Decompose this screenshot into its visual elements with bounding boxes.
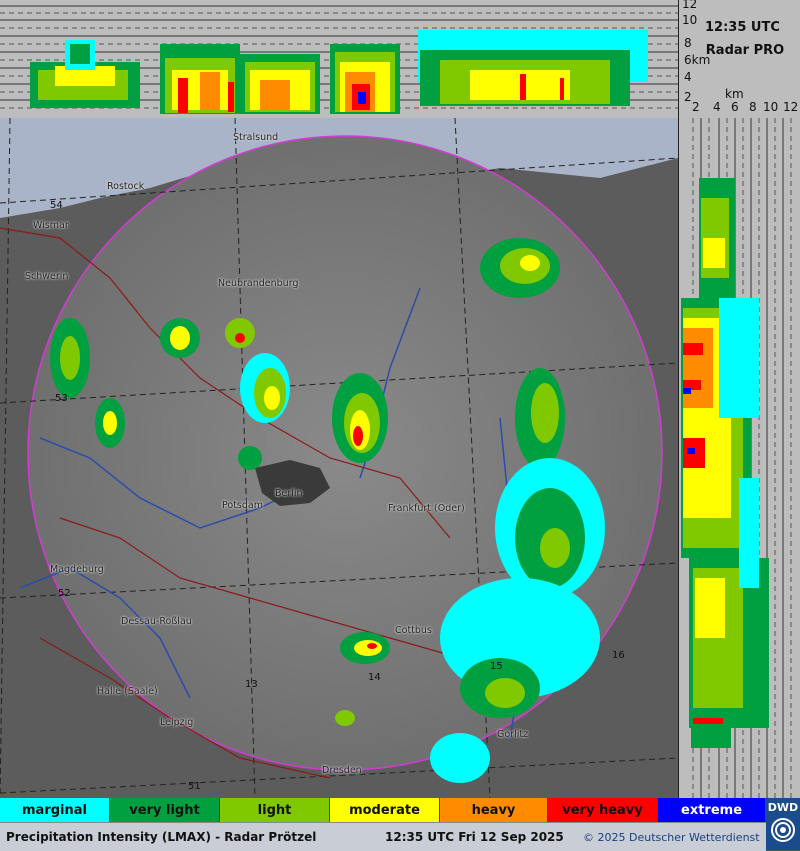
spiral-icon	[771, 818, 795, 842]
grid-lat-label: 52	[58, 588, 71, 599]
city-halle: Halle (Saale)	[97, 686, 158, 697]
legend-heavy: heavy	[440, 798, 549, 822]
footer-title: Precipitation Intensity (LMAX) - Radar P…	[6, 830, 317, 844]
top-cross-section	[0, 0, 678, 119]
grid-lat-label: 53	[55, 393, 68, 404]
city-stralsund: Stralsund	[233, 132, 279, 143]
distance-tick: 6	[731, 100, 739, 114]
grid-lon-label: 15	[490, 661, 503, 672]
city-dessau: Dessau-Roßlau	[121, 616, 192, 627]
grid-lon-label: 16	[612, 650, 625, 661]
grid-lat-label: 51	[188, 781, 201, 792]
grid-lon-label: 13	[245, 679, 258, 690]
legend-very-light: very light	[110, 798, 220, 822]
dwd-logo-text: DWD	[767, 801, 799, 814]
city-neubrandenburg: Neubrandenburg	[218, 278, 299, 289]
height-tick: 10	[682, 13, 698, 27]
distance-tick: 4	[713, 100, 721, 114]
right-cross-section-plot	[681, 118, 792, 798]
distance-unit: km	[725, 87, 744, 101]
grid-lon-label: 14	[368, 672, 381, 683]
distance-tick: 8	[749, 100, 757, 114]
city-frankfurt-oder: Frankfurt (Oder)	[388, 503, 465, 514]
height-tick: 4	[684, 70, 692, 84]
grid-lat-label: 54	[50, 200, 63, 211]
top-cross-section-plot	[0, 5, 678, 114]
city-cottbus: Cottbus	[395, 625, 432, 636]
city-berlin: Berlin	[275, 488, 303, 499]
height-tick: 2	[684, 90, 692, 104]
radar-product-label: Radar PRO	[705, 43, 785, 58]
city-schwerin: Schwerin	[25, 271, 69, 282]
height-tick: 12	[682, 0, 698, 11]
radar-time-label: 12:35 UTC	[705, 20, 780, 35]
city-rostock: Rostock	[107, 181, 145, 192]
legend-very-heavy: very heavy	[548, 798, 659, 822]
footer-copyright: © 2025 Deutscher Wetterdienst	[583, 831, 760, 844]
right-echo-columns	[681, 178, 769, 748]
city-magdeburg: Magdeburg	[50, 564, 104, 575]
distance-tick: 12	[783, 100, 799, 114]
legend-extreme: extreme	[658, 798, 767, 822]
city-wismar: Wismar	[33, 220, 69, 231]
height-tick-unit: 6km	[684, 53, 711, 67]
city-goerlitz: Görlitz	[497, 729, 529, 740]
footer-timestamp: 12:35 UTC Fri 12 Sep 2025	[385, 830, 564, 844]
legend-marginal: marginal	[0, 798, 110, 822]
city-dresden: Dresden	[322, 765, 362, 776]
city-potsdam: Potsdam	[222, 500, 263, 511]
top-echo-columns	[30, 30, 648, 114]
dwd-logo: DWD	[766, 798, 800, 850]
city-leipzig: Leipzig	[160, 717, 194, 728]
legend-light: light	[220, 798, 330, 822]
legend-moderate: moderate	[330, 798, 440, 822]
intensity-legend: marginal very light light moderate heavy…	[0, 798, 767, 822]
distance-tick: 10	[763, 100, 779, 114]
height-tick: 8	[684, 36, 692, 50]
right-cross-section	[678, 118, 800, 798]
distance-tick: 2	[692, 100, 700, 114]
radar-map[interactable]: Stralsund Rostock Wismar Schwerin Neubra…	[0, 118, 678, 798]
